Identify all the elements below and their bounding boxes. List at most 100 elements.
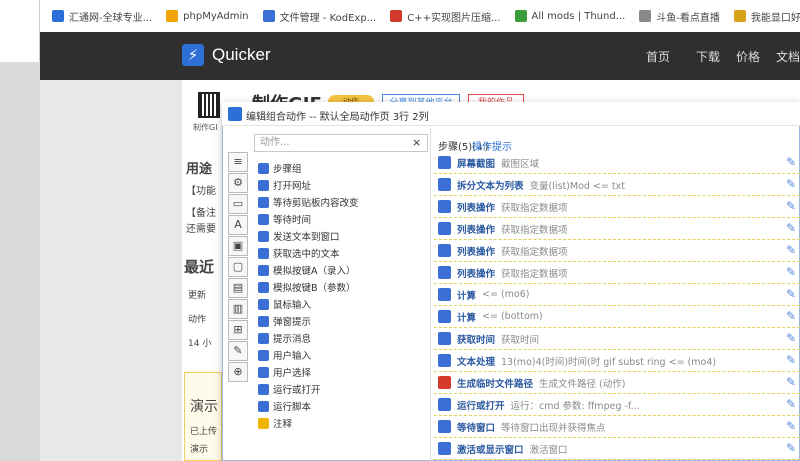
module-item[interactable]: 获取选中的文本: [258, 245, 340, 261]
side-text-9: 已上传: [190, 427, 218, 437]
category-icon[interactable]: ⊕: [228, 362, 248, 382]
category-icon[interactable]: ≡: [228, 152, 248, 172]
nav-docs[interactable]: 文档: [776, 48, 800, 65]
category-icon[interactable]: ⊞: [228, 320, 248, 340]
step-description: 生成文件路径 (动作): [539, 378, 626, 390]
step-row[interactable]: 运行或打开 运行：cmd 参数: ffmpeg -f... ✎: [434, 394, 800, 416]
step-name: 屏幕截图: [457, 158, 496, 170]
step-row[interactable]: 列表操作 获取指定数据项 ✎: [434, 262, 800, 284]
category-icon[interactable]: ▣: [228, 236, 248, 256]
module-item[interactable]: 弹窗提示: [258, 313, 311, 329]
nav-pricing[interactable]: 价格: [736, 48, 760, 65]
edit-pencil-icon[interactable]: ✎: [786, 309, 796, 323]
step-row[interactable]: 计算 <= (bottom) ✎: [434, 306, 800, 328]
action-icon-label: 制作GI: [193, 123, 218, 132]
bookmark-item[interactable]: C++实现图片压缩...: [390, 9, 501, 24]
step-name: 列表操作: [457, 246, 496, 258]
nav-download[interactable]: 下载: [696, 48, 720, 65]
step-row[interactable]: 文本处理 13(mo)4(时间)时间(时 gif subst ring <= (m…: [434, 350, 800, 372]
category-icon[interactable]: ▥: [228, 299, 248, 319]
step-description: 获取时间: [501, 334, 540, 346]
step-row[interactable]: 列表操作 获取指定数据项 ✎: [434, 218, 800, 240]
category-icon[interactable]: ▢: [228, 257, 248, 277]
edit-pencil-icon[interactable]: ✎: [786, 265, 796, 279]
module-item[interactable]: 等待剪贴板内容改变: [258, 194, 359, 210]
module-item[interactable]: 步骤组: [258, 160, 302, 176]
module-label: 用户输入: [273, 351, 312, 362]
step-row[interactable]: 拆分文本为列表 变量(list)Mod <= txt ✎: [434, 174, 800, 196]
category-icon[interactable]: ⚙: [228, 173, 248, 193]
module-icon: [258, 417, 269, 429]
module-label: 运行脚本: [273, 402, 312, 413]
step-icon: [438, 222, 451, 235]
module-item[interactable]: 运行脚本: [258, 398, 311, 414]
module-item[interactable]: 模拟按键B（参数）: [258, 279, 356, 295]
module-label: 用户选择: [273, 368, 312, 379]
edit-pencil-icon[interactable]: ✎: [786, 221, 796, 235]
module-label: 模拟按键B（参数）: [273, 283, 356, 294]
module-item[interactable]: 注释: [258, 415, 292, 431]
bookmark-item[interactable]: 我能显口好: [733, 9, 800, 24]
step-name: 列表操作: [457, 202, 496, 214]
step-row[interactable]: 生成临时文件路径 生成文件路径 (动作) ✎: [434, 372, 800, 394]
step-row[interactable]: 激活或显示窗口 激活窗口 ✎: [434, 438, 800, 460]
side-text-1: 【功能: [186, 186, 216, 197]
module-item[interactable]: 运行或打开: [258, 381, 321, 397]
bookmark-item[interactable]: 斗鱼-看点直播: [639, 9, 720, 24]
step-description: 13(mo)4(时间)时间(时 gif subst ring <= (mo4): [501, 356, 717, 368]
bookmark-favicon-icon: [166, 10, 179, 22]
quicker-logo-icon[interactable]: ⚡: [182, 44, 204, 66]
module-icon: [258, 298, 269, 310]
module-item[interactable]: 发送文本到窗口: [258, 228, 340, 244]
bookmark-favicon-icon: [262, 10, 275, 22]
edit-pencil-icon[interactable]: ✎: [786, 243, 796, 257]
module-label: 运行或打开: [273, 385, 321, 396]
category-icon[interactable]: ▤: [228, 278, 248, 298]
edit-pencil-icon[interactable]: ✎: [786, 441, 796, 455]
operation-tip-link[interactable]: 操作提示: [472, 138, 512, 153]
edit-pencil-icon[interactable]: ✎: [786, 199, 796, 213]
step-row[interactable]: 计算 <= (mo6) ✎: [434, 284, 800, 306]
nav-home[interactable]: 首页: [646, 48, 670, 65]
module-label: 弹窗提示: [273, 317, 312, 328]
step-description: <= (mo6): [482, 289, 530, 300]
left-background-strip: 传组: [0, 0, 40, 461]
edit-pencil-icon[interactable]: ✎: [786, 375, 796, 389]
step-row[interactable]: 屏幕截图 截图区域 ✎: [434, 152, 800, 174]
bookmark-item[interactable]: 文件管理 - KodExp...: [262, 9, 376, 24]
module-icon: [258, 213, 269, 225]
module-item[interactable]: 鼠标输入: [258, 296, 311, 312]
search-input[interactable]: 动作...: [254, 134, 428, 152]
step-description: 获取指定数据项: [501, 202, 568, 214]
step-name: 计算: [457, 290, 477, 302]
brand-name[interactable]: Quicker: [212, 45, 271, 65]
close-icon[interactable]: ×: [412, 136, 421, 149]
module-item[interactable]: 模拟按键A（录入）: [258, 262, 356, 278]
edit-pencil-icon[interactable]: ✎: [786, 397, 796, 411]
edit-pencil-icon[interactable]: ✎: [786, 419, 796, 433]
module-item[interactable]: 用户输入: [258, 347, 311, 363]
side-text-3: 还需要: [186, 224, 216, 235]
module-item[interactable]: 打开网址: [258, 177, 311, 193]
step-row[interactable]: 列表操作 获取指定数据项 ✎: [434, 196, 800, 218]
category-icon[interactable]: ✎: [228, 341, 248, 361]
step-row[interactable]: 等待窗口 等待窗口出现并获得焦点 ✎: [434, 416, 800, 438]
bookmark-item[interactable]: All mods | Thund...: [514, 10, 625, 22]
edit-pencil-icon[interactable]: ✎: [786, 177, 796, 191]
module-item[interactable]: 等待时间: [258, 211, 311, 227]
category-icon[interactable]: ▭: [228, 194, 248, 214]
category-icon[interactable]: A: [228, 215, 248, 235]
module-item[interactable]: 提示消息: [258, 330, 311, 346]
module-item[interactable]: 用户选择: [258, 364, 311, 380]
step-row[interactable]: 列表操作 获取指定数据项 ✎: [434, 240, 800, 262]
edit-pencil-icon[interactable]: ✎: [786, 155, 796, 169]
edit-pencil-icon[interactable]: ✎: [786, 353, 796, 367]
edit-pencil-icon[interactable]: ✎: [786, 287, 796, 301]
bookmark-item[interactable]: phpMyAdmin: [166, 10, 249, 22]
edit-pencil-icon[interactable]: ✎: [786, 331, 796, 345]
step-row[interactable]: 获取时间 获取时间 ✎: [434, 328, 800, 350]
module-label: 等待剪贴板内容改变: [273, 198, 359, 209]
step-description: 获取指定数据项: [501, 268, 568, 280]
side-text-7: 14 小: [188, 339, 212, 349]
bookmark-item[interactable]: 汇通网-全球专业...: [52, 9, 152, 24]
